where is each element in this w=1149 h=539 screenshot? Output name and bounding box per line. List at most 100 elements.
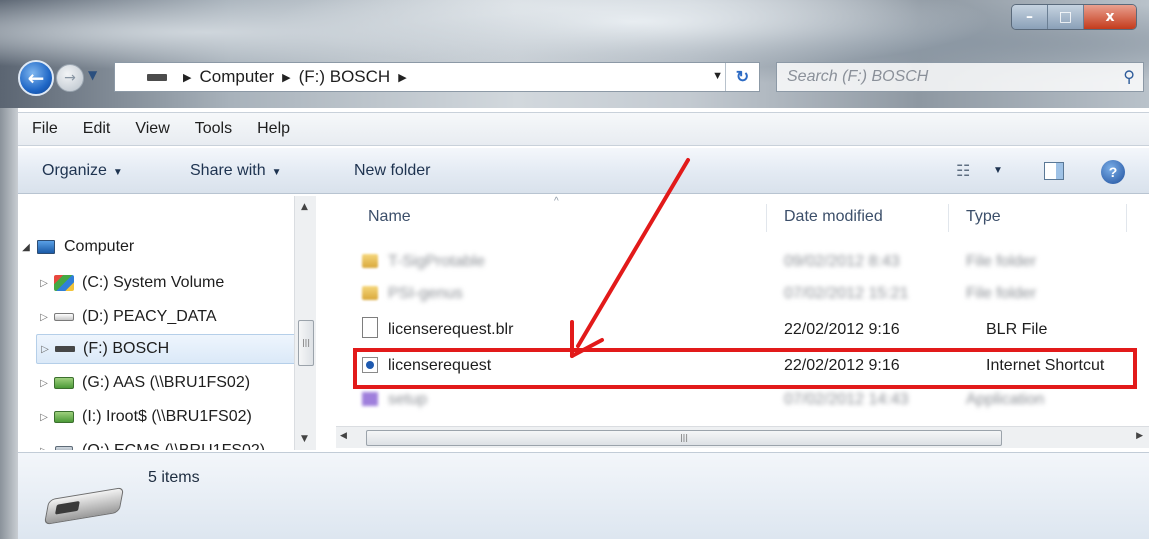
- search-input[interactable]: Search (F:) BOSCH ⚲: [776, 62, 1144, 92]
- file-row[interactable]: T-SigProtable 09/02/2012 8:43 File folde…: [356, 248, 1146, 276]
- close-button[interactable]: x: [1084, 5, 1136, 29]
- file-row[interactable]: licenserequest.blr 22/02/2012 9:16 BLR F…: [356, 316, 1146, 344]
- scroll-thumb[interactable]: |||: [366, 430, 1002, 446]
- column-header-name[interactable]: Name: [368, 208, 411, 226]
- address-bar[interactable]: ▶ Computer ▶ (F:) BOSCH ▶ ▼ ↻: [114, 62, 760, 92]
- folder-icon: [362, 254, 378, 268]
- organize-label: Organize: [42, 162, 107, 179]
- new-folder-button[interactable]: New folder: [354, 162, 430, 180]
- maximize-icon: □: [1058, 9, 1073, 25]
- folder-icon: [362, 286, 378, 300]
- address-dropdown-icon[interactable]: ▼: [712, 70, 723, 82]
- minimize-button[interactable]: –: [1012, 5, 1048, 29]
- file-name: T-SigProtable: [388, 253, 485, 270]
- collapse-arrow-icon[interactable]: ◢: [18, 242, 34, 253]
- window-controls: – □ x: [1011, 4, 1137, 30]
- file-date: 22/02/2012 9:16: [784, 321, 900, 338]
- forward-arrow-icon: →: [64, 70, 76, 86]
- expand-arrow-icon[interactable]: ▷: [36, 412, 52, 423]
- menu-help[interactable]: Help: [257, 120, 290, 138]
- window-backdrop: [0, 108, 18, 539]
- menu-file[interactable]: File: [32, 120, 58, 138]
- menu-edit[interactable]: Edit: [83, 120, 111, 138]
- tree-item-label: Computer: [64, 238, 135, 255]
- hard-drive-icon: [52, 308, 76, 326]
- column-header-date-modified[interactable]: Date modified: [784, 208, 883, 226]
- tree-item-i-drive[interactable]: ▷ (I:) Iroot$ (\\BRU1FS02): [36, 402, 332, 432]
- breadcrumb-bosch[interactable]: (F:) BOSCH: [299, 67, 391, 87]
- tree-item-label: (D:) PEACY_DATA: [82, 308, 217, 325]
- tree-item-c-drive[interactable]: ▷ (C:) System Volume: [36, 268, 332, 298]
- minimize-icon: –: [1026, 9, 1033, 25]
- breadcrumb-separator-icon[interactable]: ▶: [183, 71, 191, 84]
- tree-item-f-drive[interactable]: ▷ (F:) BOSCH: [36, 334, 312, 364]
- expand-arrow-icon[interactable]: ▷: [36, 378, 52, 389]
- file-date: 07/02/2012 15:21: [784, 285, 909, 302]
- menu-bar: File Edit View Tools Help: [18, 112, 1149, 146]
- back-button[interactable]: ←: [18, 60, 54, 96]
- menu-view[interactable]: View: [135, 120, 169, 138]
- search-icon[interactable]: ⚲: [1123, 67, 1135, 87]
- breadcrumb-computer[interactable]: Computer: [199, 67, 274, 87]
- expand-arrow-icon[interactable]: ▷: [36, 312, 52, 323]
- file-type: File folder: [966, 285, 1037, 302]
- recent-pages-dropdown[interactable]: ▼: [88, 68, 97, 82]
- scroll-right-icon[interactable]: ▶: [1136, 431, 1143, 441]
- tree-item-label: (F:) BOSCH: [83, 340, 170, 357]
- details-pane: 5 items: [18, 452, 1149, 539]
- refresh-button[interactable]: ↻: [725, 63, 759, 91]
- file-icon: [362, 317, 378, 338]
- usb-drive-icon: [147, 73, 167, 81]
- change-view-icon[interactable]: ☷: [956, 161, 970, 181]
- network-drive-icon: [52, 374, 76, 392]
- chevron-down-icon: ▼: [112, 167, 123, 178]
- tree-item-o-drive[interactable]: ▷ (O:) ECMS (\\BRU1FS02): [36, 436, 332, 450]
- usb-drive-icon: [43, 486, 125, 526]
- file-list-horizontal-scrollbar[interactable]: ◀ ||| ▶: [336, 426, 1149, 448]
- help-icon[interactable]: ?: [1101, 160, 1125, 184]
- tree-item-label: (O:) ECMS (\\BRU1FS02): [82, 442, 265, 450]
- tree-item-label: (G:) AAS (\\BRU1FS02): [82, 374, 251, 391]
- expand-arrow-icon[interactable]: ▷: [36, 446, 52, 451]
- tree-item-g-drive[interactable]: ▷ (G:) AAS (\\BRU1FS02): [36, 368, 332, 398]
- expand-arrow-icon[interactable]: ▷: [36, 278, 52, 289]
- file-row[interactable]: PSI-genus 07/02/2012 15:21 File folder: [356, 280, 1146, 308]
- file-type: File folder: [966, 253, 1037, 270]
- search-placeholder: Search (F:) BOSCH: [787, 68, 929, 85]
- preview-pane-icon[interactable]: [1044, 162, 1064, 180]
- navigation-vertical-scrollbar[interactable]: ▲ ||| ▼: [294, 196, 316, 450]
- file-type: BLR File: [986, 321, 1048, 338]
- view-options-dropdown[interactable]: ▼: [993, 165, 1003, 176]
- scroll-down-icon[interactable]: ▼: [301, 434, 308, 444]
- tree-item-computer[interactable]: ◢ Computer: [18, 232, 314, 262]
- column-divider[interactable]: [766, 204, 767, 232]
- chevron-down-icon: ▼: [271, 167, 282, 178]
- usb-drive-icon: [53, 340, 77, 358]
- share-with-label: Share with: [190, 162, 266, 179]
- scroll-left-icon[interactable]: ◀: [340, 431, 347, 441]
- close-icon: x: [1105, 9, 1115, 25]
- navigation-row: ← → ▼ ▶ Computer ▶ (F:) BOSCH ▶ ▼ ↻ Sear…: [18, 60, 1148, 96]
- refresh-icon: ↻: [735, 69, 750, 86]
- application-icon: [362, 392, 378, 406]
- back-arrow-icon: ←: [27, 66, 45, 90]
- tree-item-d-drive[interactable]: ▷ (D:) PEACY_DATA: [36, 302, 332, 332]
- file-name: setup: [388, 391, 428, 408]
- breadcrumb-separator-icon[interactable]: ▶: [282, 71, 290, 84]
- menu-tools[interactable]: Tools: [195, 120, 232, 138]
- maximize-button[interactable]: □: [1048, 5, 1084, 29]
- column-divider[interactable]: [948, 204, 949, 232]
- file-date: 07/02/2012 14:43: [784, 391, 909, 408]
- scroll-thumb[interactable]: |||: [298, 320, 314, 366]
- file-row[interactable]: setup 07/02/2012 14:43 Application: [356, 386, 1146, 414]
- chevron-down-icon: ▼: [88, 68, 98, 82]
- scroll-up-icon[interactable]: ▲: [301, 202, 308, 212]
- forward-button[interactable]: →: [56, 64, 84, 92]
- tree-item-label: (I:) Iroot$ (\\BRU1FS02): [82, 408, 252, 425]
- share-with-button[interactable]: Share with ▼: [190, 162, 282, 180]
- column-divider[interactable]: [1126, 204, 1127, 232]
- column-header-type[interactable]: Type: [966, 208, 1001, 226]
- breadcrumb-separator-icon[interactable]: ▶: [398, 71, 406, 84]
- organize-button[interactable]: Organize ▼: [42, 162, 123, 180]
- expand-arrow-icon[interactable]: ▷: [37, 344, 53, 355]
